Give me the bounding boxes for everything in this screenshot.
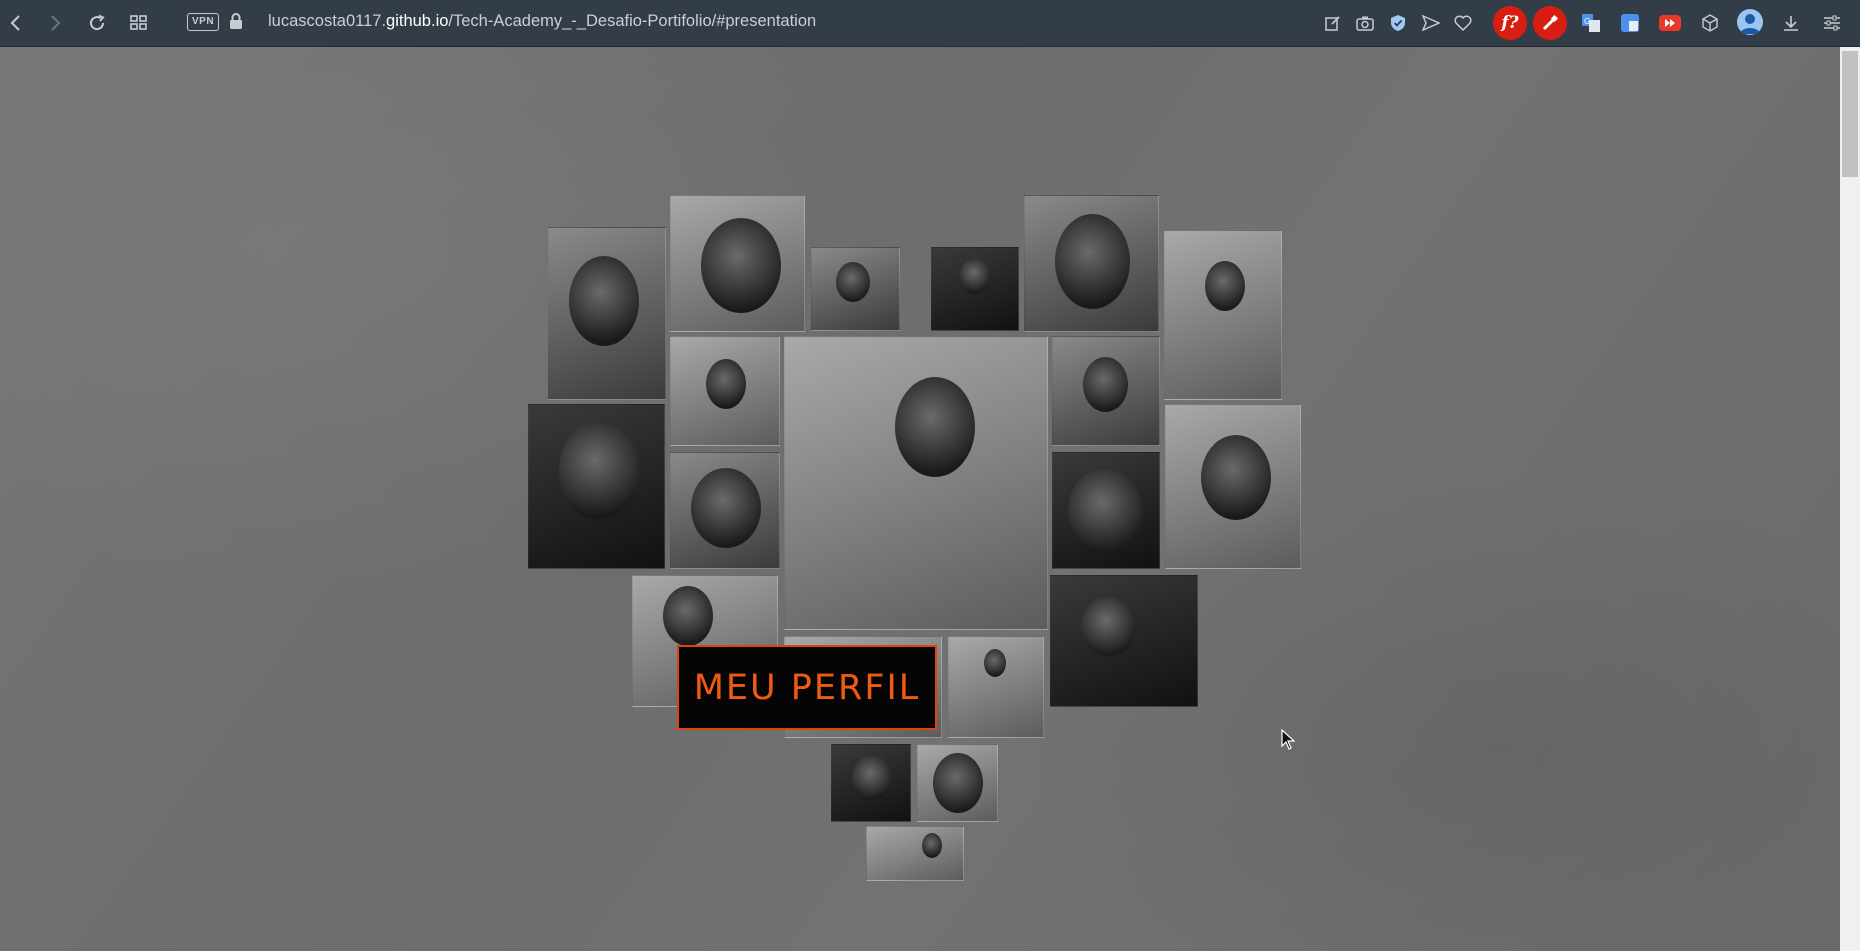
font-finder-extension-icon[interactable]: f? xyxy=(1493,6,1527,40)
collage-photo xyxy=(1024,195,1159,332)
send-icon[interactable] xyxy=(1418,10,1444,36)
svg-text:G: G xyxy=(1584,17,1590,26)
url-prefix: lucascosta0117. xyxy=(268,12,387,30)
address-bar[interactable]: lucascosta0117.github.io/Tech-Academy_-_… xyxy=(268,12,816,31)
collage-photo xyxy=(670,195,805,332)
collage-photo xyxy=(811,247,900,331)
camera-icon[interactable] xyxy=(1352,10,1378,36)
reload-icon xyxy=(90,14,105,31)
url-domain: github.io xyxy=(386,12,449,30)
collage-photo xyxy=(670,336,780,446)
grid-icon xyxy=(130,15,147,30)
settings-sliders-icon[interactable] xyxy=(1819,10,1845,36)
shield-icon[interactable] xyxy=(1385,10,1411,36)
google-translate-icon[interactable] xyxy=(1617,10,1643,36)
edit-icon[interactable] xyxy=(1320,10,1346,36)
profile-avatar-icon[interactable] xyxy=(1737,9,1763,35)
heart-icon[interactable] xyxy=(1450,10,1476,36)
collage-photo xyxy=(831,744,911,822)
url-path: /Tech-Academy_-_Desafio-Portifolio/#pres… xyxy=(448,12,817,30)
forward-button[interactable] xyxy=(41,9,69,37)
collage-photo xyxy=(1050,575,1198,707)
vpn-badge[interactable]: VPN xyxy=(187,13,220,31)
collage-photo xyxy=(1165,404,1301,569)
forward-icon xyxy=(51,15,61,31)
translate-icon[interactable]: G xyxy=(1578,10,1604,36)
back-button[interactable] xyxy=(2,9,30,37)
media-extension-icon[interactable] xyxy=(1657,10,1683,36)
collage-photo xyxy=(1052,336,1160,446)
collage-photo xyxy=(670,452,780,569)
collage-photo xyxy=(948,636,1044,738)
back-icon xyxy=(10,15,20,31)
collage-photo xyxy=(548,227,666,400)
collage-photo xyxy=(1164,230,1282,400)
collage-photo xyxy=(917,744,998,822)
collage-photo xyxy=(784,336,1048,630)
collage-photo xyxy=(931,247,1019,331)
reload-button[interactable] xyxy=(83,9,111,37)
profile-button[interactable]: MEU PERFIL xyxy=(677,645,937,730)
lock-icon[interactable] xyxy=(229,12,243,35)
collage-photo xyxy=(866,826,964,881)
page-scrollbar[interactable] xyxy=(1840,47,1860,951)
collage-photo xyxy=(1052,452,1160,569)
mouse-cursor-icon xyxy=(1281,728,1296,756)
tabs-grid-button[interactable] xyxy=(125,9,153,37)
collage-photo xyxy=(528,404,665,569)
browser-toolbar: VPN lucascosta0117.github.io/Tech-Academ… xyxy=(0,0,1860,47)
download-icon[interactable] xyxy=(1778,10,1804,36)
box-icon[interactable] xyxy=(1697,10,1723,36)
color-picker-extension-icon[interactable] xyxy=(1533,6,1567,40)
scrollbar-thumb[interactable] xyxy=(1842,51,1858,177)
